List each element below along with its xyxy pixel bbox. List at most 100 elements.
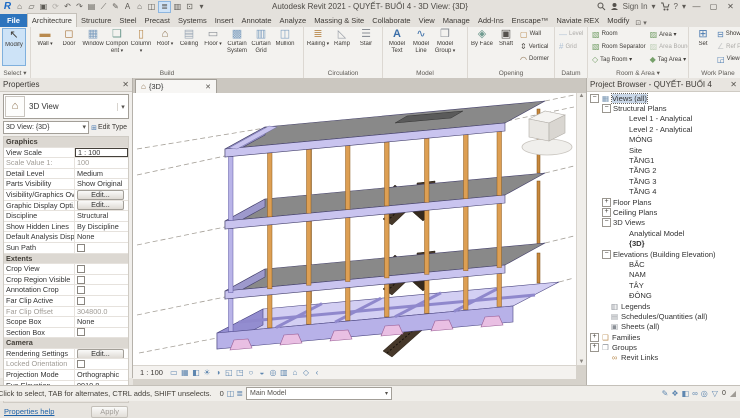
floor-button[interactable]: Floor bbox=[201, 28, 225, 66]
tree-item[interactable]: Elevations (Building Elevation) bbox=[587, 249, 740, 259]
panel-label-select[interactable]: Select ▾ bbox=[0, 69, 30, 78]
tree-expander-icon[interactable] bbox=[602, 208, 611, 217]
reveal-hidden-elements-icon[interactable]: ◎ bbox=[268, 368, 278, 377]
tree-item[interactable]: ĐÔNG bbox=[587, 290, 740, 300]
ribbon-tab[interactable]: Architecture bbox=[27, 13, 77, 27]
wall-button[interactable]: Wall bbox=[33, 28, 57, 66]
view-scale-button[interactable]: 1 : 100 bbox=[137, 367, 166, 378]
tree-expander-icon[interactable] bbox=[602, 218, 611, 227]
property-row[interactable]: Scope Box None bbox=[4, 317, 128, 328]
property-row[interactable]: View Scale 1 : 100 bbox=[4, 148, 128, 159]
selection-filter-icon[interactable]: ▽ bbox=[712, 389, 718, 398]
room-button[interactable]: Room bbox=[590, 28, 648, 41]
tree-item[interactable]: TẦNG 3 bbox=[587, 176, 740, 186]
ribbon-tab[interactable]: Manage bbox=[439, 14, 474, 27]
design-option-status-icon[interactable]: ◧ bbox=[682, 389, 690, 398]
tree-item[interactable]: {3D} bbox=[587, 238, 740, 248]
tree-item[interactable]: NAM bbox=[587, 270, 740, 280]
property-checkbox[interactable] bbox=[77, 297, 85, 305]
property-row[interactable]: Camera bbox=[4, 338, 128, 349]
sign-in-caret-icon[interactable]: ▾ bbox=[652, 2, 656, 11]
property-value[interactable]: Structural bbox=[77, 211, 108, 221]
tree-item[interactable]: Floor Plans bbox=[587, 197, 740, 207]
curtain-system-button[interactable]: Curtain System bbox=[225, 28, 249, 66]
modify-state-dropdown[interactable]: ⊡ ▾ bbox=[635, 19, 646, 27]
window-button[interactable]: Window bbox=[81, 28, 105, 66]
property-checkbox[interactable] bbox=[77, 265, 85, 273]
view-tab-close-icon[interactable]: ✕ bbox=[205, 83, 211, 91]
component-button[interactable]: Component bbox=[105, 28, 129, 66]
property-value[interactable]: Edit... bbox=[77, 349, 124, 359]
property-row[interactable]: Rendering Settings Edit... bbox=[4, 349, 128, 360]
ribbon-tab[interactable]: Massing & Site bbox=[310, 14, 368, 27]
ribbon-tab[interactable]: Annotate bbox=[237, 14, 275, 27]
property-value[interactable]: Edit... bbox=[77, 190, 124, 200]
constraints-icon[interactable]: ◇ bbox=[301, 368, 311, 377]
view-scale-icon[interactable]: ▭ bbox=[169, 368, 179, 377]
tree-item[interactable]: Legends bbox=[587, 301, 740, 311]
property-row[interactable]: Section Box bbox=[4, 328, 128, 339]
design-options-select[interactable]: Main Model ▾ bbox=[246, 387, 392, 400]
level-button[interactable]: Level bbox=[557, 28, 585, 41]
3d-canvas[interactable] bbox=[133, 93, 576, 365]
close-hidden-windows-icon[interactable]: ▥ bbox=[172, 1, 183, 12]
property-row[interactable]: Crop View bbox=[4, 264, 128, 275]
close-button[interactable]: ✕ bbox=[724, 2, 737, 11]
view-cube[interactable] bbox=[522, 111, 572, 155]
project-browser-close-icon[interactable]: ✕ bbox=[730, 80, 737, 89]
view-tab-3d[interactable]: ⌂ {3D} ✕ bbox=[135, 79, 217, 93]
tree-item[interactable]: TẦNG1 bbox=[587, 155, 740, 165]
model-group-button[interactable]: Model Group bbox=[433, 28, 457, 66]
home-icon[interactable]: ⌂ bbox=[14, 1, 25, 12]
tree-expander-icon[interactable] bbox=[590, 94, 599, 103]
property-row[interactable]: Projection Mode Orthographic bbox=[4, 370, 128, 381]
tree-expander-icon[interactable] bbox=[590, 343, 599, 352]
open-icon[interactable]: ▱ bbox=[26, 1, 37, 12]
property-row[interactable]: Far Clip Offset 304800.0 bbox=[4, 307, 128, 318]
property-row[interactable]: Visibility/Graphics Ov... Edit... bbox=[4, 190, 128, 201]
property-value[interactable]: Edit... bbox=[77, 201, 124, 211]
qat-customize-icon[interactable]: ▾ bbox=[196, 1, 207, 12]
type-selector[interactable]: ⌂ 3D View ▾ bbox=[3, 94, 129, 119]
temporary-view-properties-icon[interactable]: ▥ bbox=[279, 368, 289, 377]
set-work-plane-button[interactable]: Set bbox=[691, 28, 715, 66]
wall-opening-button[interactable]: Wall bbox=[518, 28, 551, 41]
revit-logo-icon[interactable]: R bbox=[2, 1, 13, 12]
dormer-button[interactable]: Dormer bbox=[518, 53, 551, 66]
scroll-up-icon[interactable]: ▲ bbox=[579, 93, 585, 99]
links-status-icon[interactable]: ∞ bbox=[692, 389, 698, 398]
property-row[interactable]: Graphic Display Opti... Edit... bbox=[4, 201, 128, 212]
text-icon[interactable]: A bbox=[122, 1, 133, 12]
panel-label-room-area[interactable]: Room & Area ▾ bbox=[588, 69, 688, 78]
search-icon[interactable] bbox=[597, 2, 606, 11]
property-row[interactable]: Annotation Crop bbox=[4, 285, 128, 296]
property-row[interactable]: Discipline Structural bbox=[4, 211, 128, 222]
design-options-icon[interactable]: ≣ bbox=[236, 389, 243, 398]
shadows-icon[interactable]: ◑ bbox=[213, 368, 223, 377]
property-checkbox[interactable] bbox=[77, 328, 85, 336]
sync-icon[interactable]: ⟳ bbox=[50, 1, 61, 12]
tree-item[interactable]: Analytical Model bbox=[587, 228, 740, 238]
tree-item[interactable]: Level 2 - Analytical bbox=[587, 124, 740, 134]
ramp-button[interactable]: Ramp bbox=[330, 28, 354, 66]
help-button[interactable]: ? bbox=[674, 2, 678, 11]
unlocked-3d-view-icon[interactable]: ○ bbox=[246, 368, 256, 377]
model-text-button[interactable]: Model Text bbox=[385, 28, 409, 66]
properties-close-icon[interactable]: ✕ bbox=[122, 80, 129, 89]
ribbon-tab[interactable]: Precast bbox=[141, 14, 174, 27]
property-row[interactable]: Graphics bbox=[4, 137, 128, 148]
tree-item[interactable]: TẦNG 4 bbox=[587, 187, 740, 197]
railing-button[interactable]: Railing bbox=[306, 28, 330, 66]
property-row[interactable]: Default Analysis Disp... None bbox=[4, 232, 128, 243]
tag-icon[interactable]: ✎ bbox=[110, 1, 121, 12]
print-icon[interactable]: ▤ bbox=[86, 1, 97, 12]
help-caret-icon[interactable]: ▾ bbox=[682, 2, 686, 11]
ribbon-tab[interactable]: Naviate REX bbox=[552, 14, 603, 27]
type-selector-caret-icon[interactable]: ▾ bbox=[117, 103, 128, 111]
tree-item[interactable]: BẮC bbox=[587, 259, 740, 269]
area-button[interactable]: Area ▾ bbox=[648, 28, 689, 41]
tree-item[interactable]: MÓNG bbox=[587, 135, 740, 145]
minimize-button[interactable]: — bbox=[690, 2, 703, 11]
roof-button[interactable]: Roof bbox=[153, 28, 177, 66]
property-row[interactable]: Scale Value 1: 100 bbox=[4, 158, 128, 169]
